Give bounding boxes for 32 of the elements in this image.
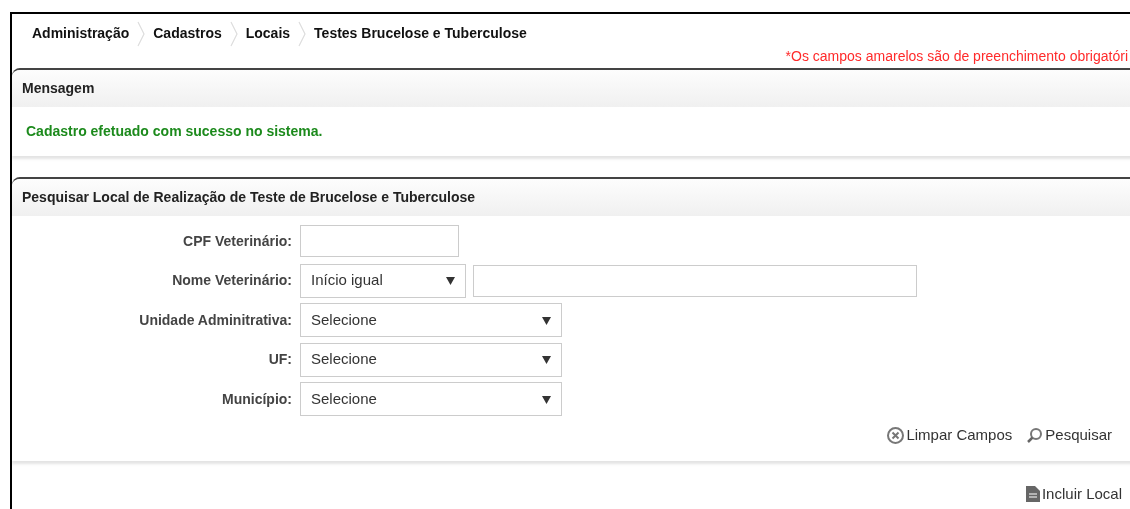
search-button[interactable]: Pesquisar [1026,424,1112,447]
dropdown[interactable]: Selecione [300,303,562,337]
success-message: Cadastro efetuado com sucesso no sistema. [26,123,323,139]
chevron-icon [137,20,146,47]
breadcrumb-link[interactable]: Locais [245,23,291,44]
input-field[interactable] [300,225,459,257]
clear-icon [887,426,905,444]
input-field[interactable] [473,264,917,297]
document-icon [1025,485,1040,502]
dropdown[interactable]: Selecione [300,382,562,416]
caret-icon [446,277,455,286]
search-icon [1026,426,1044,444]
field-label: UF: [267,350,293,369]
caret-icon [542,316,551,325]
breadcrumb-link[interactable]: Administração [32,23,130,44]
panel-title: Pesquisar Local de Realização de Teste de Brucelose e Tuberculose [12,179,1130,216]
breadcrumb-link[interactable]: Testes Brucelose e Tuberculose [314,23,527,44]
dropdown[interactable]: Início igual [300,263,466,298]
add-button[interactable]: Incluir Local [1025,482,1122,505]
chevron-icon [229,20,238,47]
field-label: Unidade Adminitrativa: [138,310,293,330]
clear-button[interactable]: Limpar Campos [887,424,1013,447]
field-label: CPF Veterinário: [182,231,293,251]
breadcrumb-link[interactable]: Cadastros [153,23,222,44]
field-label: Nome Veterinário: [171,271,293,290]
dropdown[interactable]: Selecione [300,342,562,377]
panel-title: Mensagem [12,70,1130,107]
chevron-icon [298,20,307,47]
required-fields-note: *Os campos amarelos são de preenchimento obrigatóri [784,47,1129,66]
caret-icon [542,395,551,404]
caret-icon [542,356,551,365]
field-label: Município: [221,389,293,409]
